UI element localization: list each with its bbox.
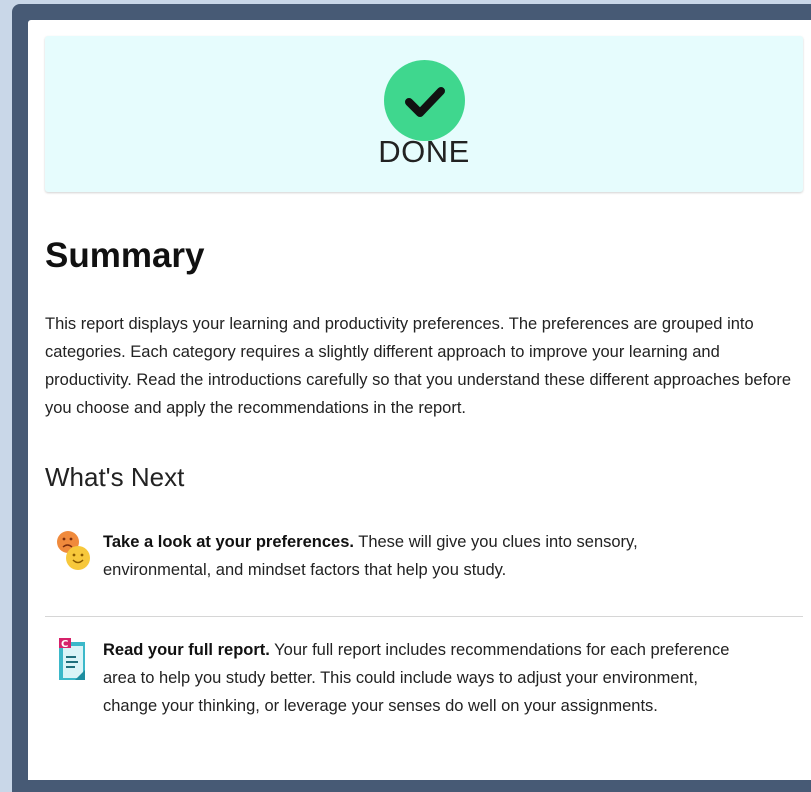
divider	[45, 616, 803, 617]
checkmark-icon	[384, 60, 465, 141]
item-heading: Take a look at your preferences.	[103, 533, 354, 551]
report-card: DONE Summary This report displays your l…	[28, 20, 811, 780]
status-label: DONE	[378, 134, 470, 169]
summary-heading: Summary	[45, 236, 205, 275]
whats-next-heading: What's Next	[45, 462, 185, 492]
completion-banner: DONE	[45, 36, 803, 192]
svg-text:C: C	[61, 639, 68, 650]
emoji-faces-icon	[55, 528, 91, 576]
summary-paragraph: This report displays your learning and p…	[45, 315, 792, 417]
item-heading: Read your full report.	[103, 641, 270, 659]
report-document-icon: C	[55, 636, 91, 684]
